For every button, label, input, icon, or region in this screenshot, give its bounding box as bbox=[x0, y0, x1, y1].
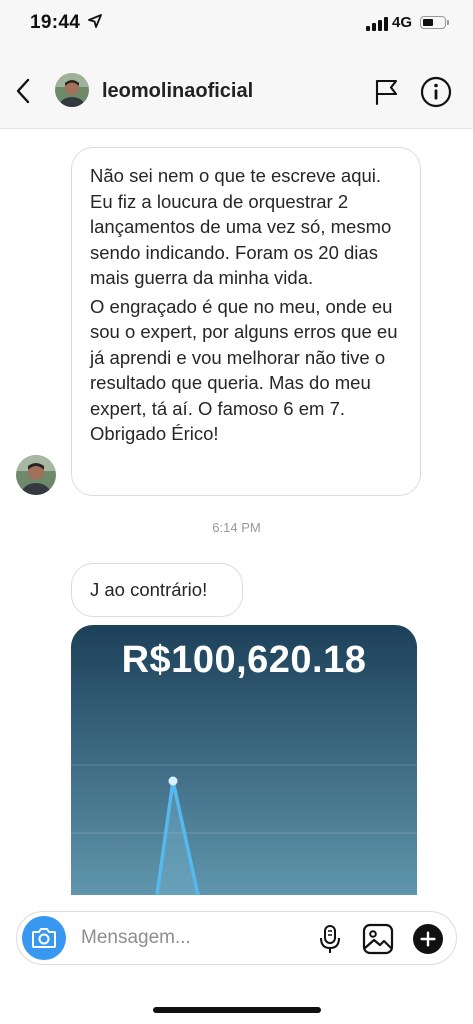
camera-button[interactable] bbox=[22, 916, 66, 960]
image-message[interactable]: R$100,620.18 bbox=[71, 625, 417, 895]
message-timestamp: 6:14 PM bbox=[212, 520, 261, 535]
signal-icon bbox=[366, 17, 388, 31]
location-arrow-icon bbox=[88, 14, 102, 28]
message-bubble[interactable]: J ao contrário! bbox=[71, 563, 243, 617]
flag-icon[interactable] bbox=[372, 78, 400, 106]
battery-icon bbox=[420, 16, 446, 29]
chart-peak-point bbox=[168, 776, 178, 786]
message-composer bbox=[16, 911, 457, 965]
message-bubble[interactable]: Não sei nem o que te escreve aqui. Eu fi… bbox=[71, 147, 421, 496]
status-bar: 19:44 4G bbox=[0, 0, 473, 50]
message-paragraph: O engraçado é que no meu, onde eu sou o … bbox=[90, 295, 398, 445]
chevron-left-icon[interactable] bbox=[12, 76, 36, 106]
gallery-icon[interactable] bbox=[362, 923, 394, 955]
info-icon[interactable] bbox=[420, 76, 452, 108]
sender-avatar[interactable] bbox=[16, 455, 56, 495]
home-indicator bbox=[153, 1007, 321, 1013]
message-input[interactable] bbox=[81, 924, 301, 952]
status-time: 19:44 bbox=[30, 12, 81, 33]
sales-amount: R$100,620.18 bbox=[121, 639, 367, 681]
message-paragraph: Não sei nem o que te escreve aqui. Eu fi… bbox=[90, 165, 392, 288]
camera-icon bbox=[32, 928, 56, 948]
message-text: J ao contrário! bbox=[90, 579, 208, 601]
avatar[interactable] bbox=[55, 73, 89, 107]
chat-username[interactable]: leomolinaoficial bbox=[102, 80, 253, 103]
plus-icon[interactable] bbox=[412, 923, 444, 955]
network-type: 4G bbox=[392, 14, 413, 31]
chat-header: leomolinaoficial bbox=[0, 50, 473, 129]
battery-cap bbox=[447, 20, 449, 25]
microphone-icon[interactable] bbox=[318, 924, 342, 954]
